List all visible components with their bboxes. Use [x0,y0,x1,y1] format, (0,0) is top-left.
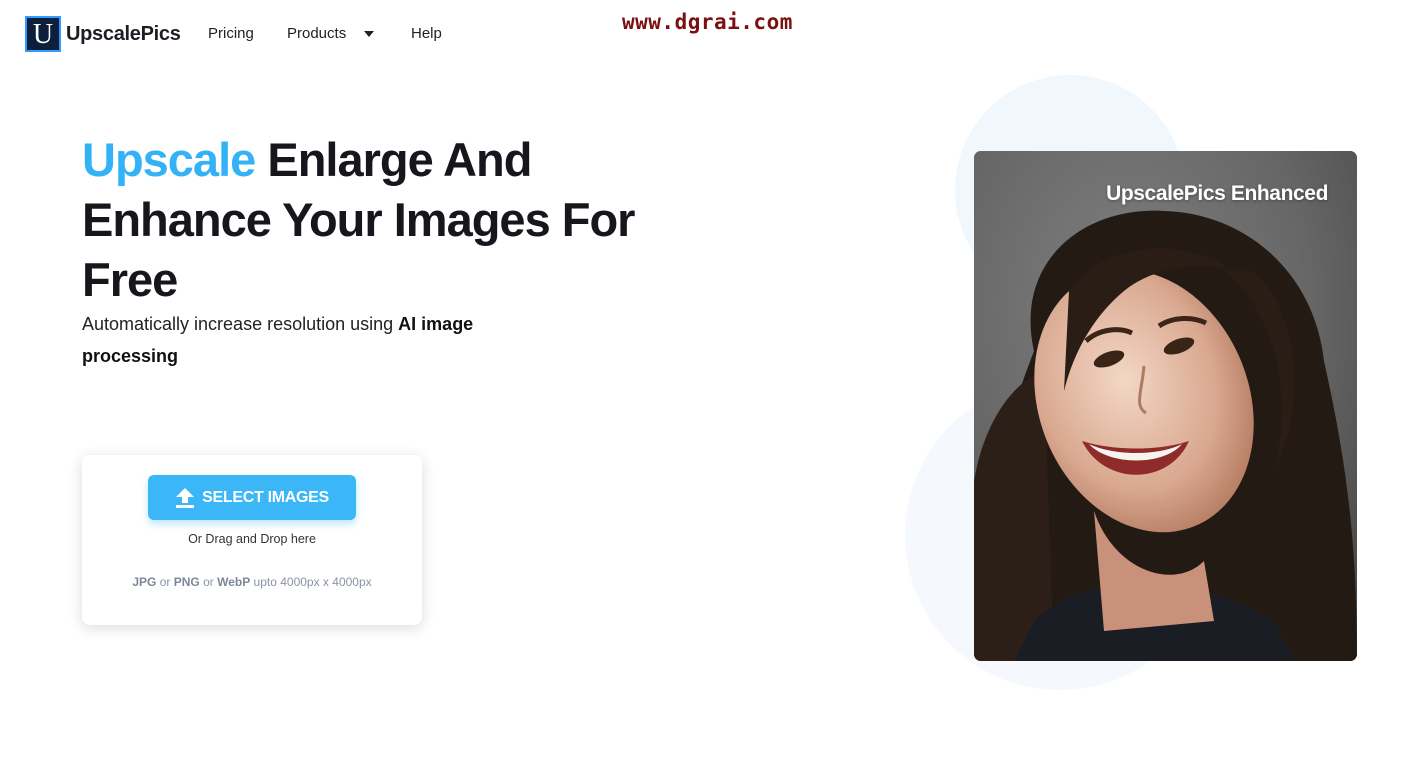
top-nav: U UpscalePics Pricing Products Help www.… [0,0,1415,68]
watermark-text: www.dgrai.com [622,10,793,34]
showcase-image: UpscalePics Enhanced [974,151,1357,661]
hero-subtitle: Automatically increase resolution using … [82,308,522,372]
page: U UpscalePics Pricing Products Help www.… [0,0,1415,762]
format-hint: JPG or PNG or WebP upto 4000px x 4000px [82,575,422,589]
hero-subtitle-text: Automatically increase resolution using [82,314,399,334]
format-sep-2: or [199,575,218,589]
portrait-illustration [974,151,1357,661]
format-jpg: JPG [132,575,157,589]
nav-pricing-link[interactable]: Pricing [208,25,254,42]
format-png: PNG [173,575,200,589]
brand-name: UpscalePics [66,22,181,45]
select-images-label: SELECT IMAGES [202,488,329,506]
logo-letter: U [32,19,54,50]
logo-icon: U [25,16,61,52]
nav-help-link[interactable]: Help [411,25,442,42]
upload-dropzone[interactable]: SELECT IMAGES Or Drag and Drop here JPG … [82,455,422,625]
brand-logo[interactable]: U UpscalePics [25,16,181,52]
size-limit: upto 4000px x 4000px [250,575,372,589]
chevron-down-icon [364,30,375,37]
hero-title-accent: Upscale [82,133,256,186]
nav-products-dropdown[interactable]: Products [287,25,375,42]
hero-title: Upscale Enlarge And Enhance Your Images … [82,130,642,310]
upload-icon [176,487,195,508]
drag-drop-hint: Or Drag and Drop here [188,532,316,546]
format-sep-1: or [156,575,174,589]
format-webp: WebP [217,575,251,589]
showcase-label: UpscalePics Enhanced [1106,182,1328,205]
nav-products-label: Products [287,25,347,42]
select-images-button[interactable]: SELECT IMAGES [148,475,356,520]
